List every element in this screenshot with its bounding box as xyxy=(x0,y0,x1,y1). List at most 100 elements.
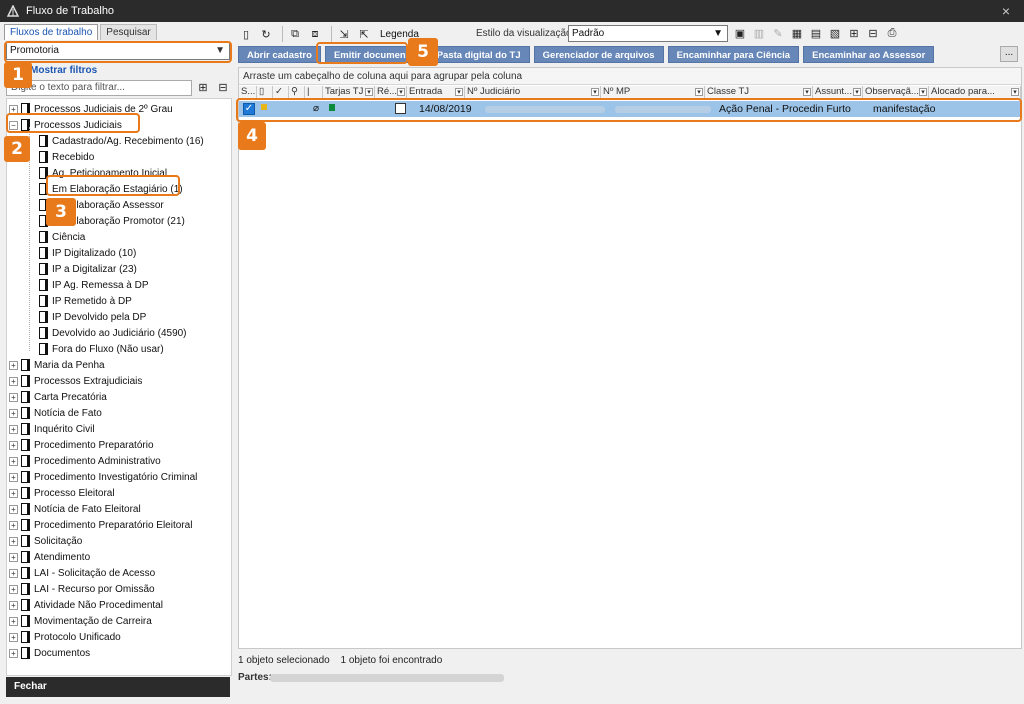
copy-icon[interactable]: ⧉ xyxy=(287,26,303,42)
tree-node[interactable]: + Atendimento xyxy=(9,549,90,565)
tree-node[interactable]: + Notícia de Fato xyxy=(9,405,102,421)
close-icon[interactable]: × xyxy=(998,3,1014,19)
tree-node[interactable]: + Procedimento Preparatório xyxy=(9,437,154,453)
columns-icon[interactable]: ▧ xyxy=(827,25,843,41)
col-link[interactable]: ⚲ xyxy=(289,86,305,98)
col-tarjas[interactable]: Tarjas TJ ▾ xyxy=(323,86,375,98)
tree-node[interactable]: + Processos Extrajudiciais xyxy=(9,373,142,389)
tree-node[interactable]: + Maria da Penha xyxy=(9,357,105,373)
tree-child-node[interactable]: Recebido xyxy=(39,149,94,165)
legend-icon[interactable]: ⇱ xyxy=(356,26,372,42)
col-observacao[interactable]: Observaçã... ▾ xyxy=(863,86,929,98)
expand-icon[interactable]: + xyxy=(9,440,18,450)
tree-node[interactable]: + Movimentação de Carreira xyxy=(9,613,152,629)
expand-icon[interactable]: + xyxy=(9,536,18,546)
tab-pesquisar[interactable]: Pesquisar xyxy=(100,24,157,40)
expand-icon[interactable]: + xyxy=(9,488,18,498)
expand-icon[interactable]: + xyxy=(9,520,18,530)
tree-child-node[interactable]: Cadastrado/Ag. Recebimento (16) xyxy=(39,133,204,149)
expand-icon[interactable]: + xyxy=(9,584,18,594)
expand-icon[interactable]: + xyxy=(9,392,18,402)
encaminhar-ciencia-button[interactable]: Encaminhar para Ciência xyxy=(667,46,800,63)
col-assunto[interactable]: Assunt... ▾ xyxy=(813,86,863,98)
col-entrada[interactable]: Entrada ▾ xyxy=(407,86,465,98)
paste-icon[interactable]: ⧈ xyxy=(307,26,323,42)
refresh-icon[interactable]: ↻ xyxy=(258,26,274,42)
abrir-cadastro-button[interactable]: Abrir cadastro xyxy=(238,46,321,63)
col-check[interactable]: ✓ xyxy=(273,86,289,98)
edit-icon[interactable]: ✎ xyxy=(770,25,786,41)
gerenciador-arquivos-button[interactable]: Gerenciador de arquivos xyxy=(533,46,664,63)
expand-icon[interactable]: + xyxy=(9,376,18,386)
tree-child-node[interactable]: IP Digitalizado (10) xyxy=(39,245,136,261)
col-re[interactable]: Ré... ▾ xyxy=(375,86,407,98)
window-title: Fluxo de Trabalho xyxy=(26,5,115,17)
col-bookmark[interactable]: ▯ xyxy=(257,86,273,98)
expand-icon[interactable]: + xyxy=(9,552,18,562)
expand-icon[interactable]: + xyxy=(9,648,18,658)
show-filters-link[interactable]: Mostrar filtros xyxy=(30,65,97,76)
tree-child-node[interactable]: IP Devolvido pela DP xyxy=(39,309,146,325)
more-button[interactable]: ... xyxy=(1000,46,1018,62)
expand-icon[interactable]: + xyxy=(9,472,18,482)
tree-node-label: Procedimento Preparatório xyxy=(34,439,154,451)
tree-child-node[interactable]: IP a Digitalizar (23) xyxy=(39,261,137,277)
tree-child-node[interactable]: Devolvido ao Judiciário (4590) xyxy=(39,325,187,341)
document-icon xyxy=(21,631,30,643)
collapse-icon[interactable]: ⊟ xyxy=(865,25,881,41)
tree-child-node[interactable]: Ciência xyxy=(39,229,85,245)
tree-child-node[interactable]: Fora do Fluxo (Não usar) xyxy=(39,341,164,357)
col-classe[interactable]: Classe TJ ▾ xyxy=(705,86,813,98)
excel-icon[interactable]: ▦ xyxy=(789,25,805,41)
pasta-digital-button[interactable]: Pasta digital do TJ xyxy=(427,46,530,63)
expand-icon[interactable]: + xyxy=(9,424,18,434)
encaminhar-assessor-button[interactable]: Encaminhar ao Assessor xyxy=(803,46,935,63)
tree-node[interactable]: + Procedimento Preparatório Eleitoral xyxy=(9,517,192,533)
col-num-mp[interactable]: Nº MP ▾ xyxy=(601,86,705,98)
new-doc-icon[interactable]: ▯ xyxy=(238,26,254,42)
tree-node[interactable]: + Carta Precatória xyxy=(9,389,107,405)
annotation-box-5 xyxy=(316,42,408,64)
tree-node[interactable]: + Notícia de Fato Eleitoral xyxy=(9,501,141,517)
save-icon[interactable]: ▣ xyxy=(732,25,748,41)
style-select[interactable]: Padrão ▼ xyxy=(568,25,728,42)
print-icon[interactable]: ⎙ xyxy=(884,25,900,41)
document-icon xyxy=(21,471,30,483)
fechar-button[interactable]: Fechar xyxy=(6,677,230,697)
partes-label: Partes: xyxy=(238,672,272,683)
tree-child-node[interactable]: IP Ag. Remessa à DP xyxy=(39,277,149,293)
expand-icon[interactable]: + xyxy=(9,568,18,578)
document-icon xyxy=(21,487,30,499)
filter-input[interactable]: Digite o texto para filtrar... xyxy=(6,80,192,96)
tree-node[interactable]: + Solicitação xyxy=(9,533,82,549)
report-icon[interactable]: ▤ xyxy=(808,25,824,41)
tree-child-node[interactable]: IP Remetido à DP xyxy=(39,293,132,309)
expand-tree-icon[interactable]: ⊞ xyxy=(196,80,210,94)
expand-icon[interactable]: + xyxy=(9,408,18,418)
tree-view-icon[interactable]: ⊞ xyxy=(846,25,862,41)
tree-node[interactable]: + Atividade Não Procedimental xyxy=(9,597,163,613)
col-num-judiciario[interactable]: Nº Judiciário ▾ xyxy=(465,86,601,98)
tree-node[interactable]: + Documentos xyxy=(9,645,90,661)
tree-node[interactable]: + LAI - Recurso por Omissão xyxy=(9,581,155,597)
tree-node[interactable]: + LAI - Solicitação de Acesso xyxy=(9,565,155,581)
expand-icon[interactable]: + xyxy=(9,600,18,610)
tree-node[interactable]: + Inquérito Civil xyxy=(9,421,95,437)
expand-icon[interactable]: + xyxy=(9,632,18,642)
col-attach[interactable]: | xyxy=(305,86,323,98)
expand-icon[interactable]: + xyxy=(9,360,18,370)
tree-node[interactable]: + Procedimento Investigatório Criminal xyxy=(9,469,197,485)
expand-icon[interactable]: + xyxy=(9,616,18,626)
tree-node[interactable]: + Procedimento Administrativo xyxy=(9,453,161,469)
col-alocado[interactable]: Alocado para... ▾ xyxy=(929,86,1021,98)
tree-node[interactable]: + Protocolo Unificado xyxy=(9,629,121,645)
annotation-badge-4: 4 xyxy=(238,122,266,150)
expand-icon[interactable]: + xyxy=(9,456,18,466)
delete-icon[interactable]: ▥ xyxy=(751,25,767,41)
expand-icon[interactable]: + xyxy=(9,504,18,514)
tab-fluxos[interactable]: Fluxos de trabalho xyxy=(4,24,99,40)
export-icon[interactable]: ⇲ xyxy=(336,26,352,42)
collapse-tree-icon[interactable]: ⊟ xyxy=(216,80,230,94)
tree-node[interactable]: + Processo Eleitoral xyxy=(9,485,115,501)
col-s[interactable]: S... xyxy=(239,86,257,98)
